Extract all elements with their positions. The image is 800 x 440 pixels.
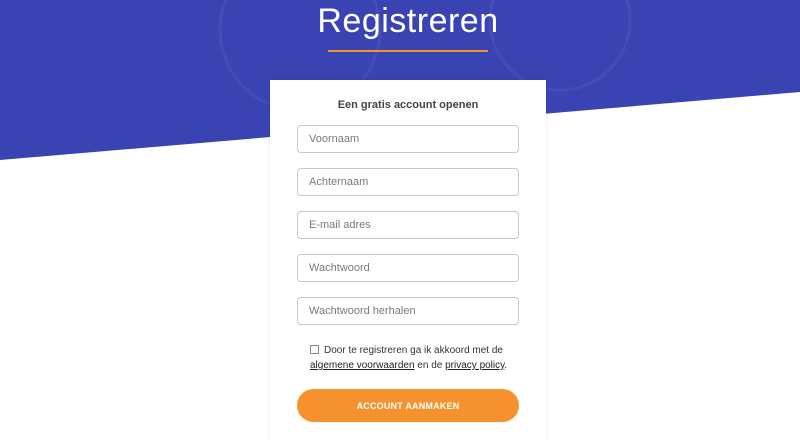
page-title: Registreren [317,2,499,40]
password-repeat-input[interactable] [297,297,519,325]
first-name-input[interactable] [297,125,519,153]
title-underline [328,50,488,52]
form-heading: Een gratis account openen [337,99,479,111]
last-name-input[interactable] [297,168,519,196]
terms-text-end: . [504,360,508,371]
terms-link[interactable]: algemene voorwaarden [310,360,415,371]
create-account-button[interactable]: ACCOUNT AANMAKEN [297,389,519,422]
terms-agreement: Door te registreren ga ik akkoord met de… [310,343,520,373]
registration-page: Registreren Een gratis account openen Do… [0,0,800,440]
registration-form-card: Een gratis account openen Door te regist… [270,80,546,440]
privacy-policy-link[interactable]: privacy policy [445,360,504,371]
password-input[interactable] [297,254,519,282]
terms-checkbox[interactable] [310,345,319,354]
terms-text-middle: en de [417,360,443,371]
email-input[interactable] [297,211,519,239]
terms-text: Door te registreren ga ik akkoord met de [324,345,503,356]
